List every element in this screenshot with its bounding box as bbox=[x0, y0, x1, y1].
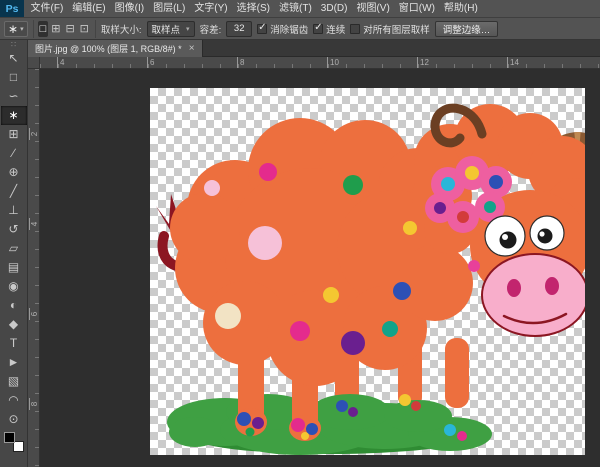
color-swatches bbox=[4, 432, 24, 452]
canvas-area[interactable] bbox=[40, 69, 600, 467]
zoom-tool[interactable]: ⊙ bbox=[1, 410, 27, 429]
ruler-mark: 14 bbox=[507, 57, 519, 69]
add-to-selection-icon[interactable]: ⊞ bbox=[49, 21, 62, 37]
close-icon[interactable]: × bbox=[189, 44, 195, 54]
move-tool[interactable]: ↖ bbox=[1, 49, 27, 68]
subtract-from-selection-icon[interactable]: ⊟ bbox=[63, 21, 76, 37]
menu-file[interactable]: 文件(F) bbox=[26, 0, 68, 18]
ruler-origin-corner[interactable] bbox=[28, 57, 40, 69]
tolerance-label: 容差: bbox=[200, 22, 222, 36]
menu-layer[interactable]: 图层(L) bbox=[149, 0, 190, 18]
menu-image[interactable]: 图像(I) bbox=[110, 0, 148, 18]
ruler-mark: 8 bbox=[29, 398, 39, 410]
ruler-mark: 2 bbox=[29, 128, 39, 140]
sheep-illustration bbox=[150, 88, 585, 455]
vertical-ruler[interactable]: 2 4 6 8 bbox=[28, 69, 40, 467]
ruler-mark: 4 bbox=[29, 218, 39, 230]
ruler-mark: 4 bbox=[57, 57, 64, 69]
check-icon: ✓ bbox=[258, 22, 266, 33]
transparent-document-canvas[interactable] bbox=[150, 88, 585, 455]
lasso-tool[interactable]: ∽ bbox=[1, 87, 27, 106]
refine-edge-button[interactable]: 调整边缘… bbox=[435, 21, 499, 37]
tool-preset-picker[interactable]: ∗ ▾ bbox=[4, 21, 28, 37]
gradient-tool[interactable]: ▤ bbox=[1, 258, 27, 277]
document-tab[interactable]: 图片.jpg @ 100% (图层 1, RGB/8#) * × bbox=[28, 40, 203, 57]
menu-type[interactable]: 文字(Y) bbox=[190, 0, 232, 18]
hand-tool[interactable]: ◠ bbox=[1, 391, 27, 410]
chevron-down-icon: ▾ bbox=[20, 25, 24, 33]
antialias-label: 消除锯齿 bbox=[270, 22, 308, 36]
rectangular-marquee-tool[interactable]: □ bbox=[1, 68, 27, 87]
tolerance-input[interactable] bbox=[226, 21, 252, 37]
history-brush-tool[interactable]: ↺ bbox=[1, 220, 27, 239]
clone-stamp-tool[interactable]: ⊥ bbox=[1, 201, 27, 220]
ruler-mark: 12 bbox=[417, 57, 429, 69]
antialias-checkbox[interactable]: ✓ 消除锯齿 bbox=[257, 22, 308, 36]
sample-all-layers-checkbox[interactable]: 对所有图层取样 bbox=[350, 22, 430, 36]
sample-all-layers-label: 对所有图层取样 bbox=[363, 22, 430, 36]
menu-edit[interactable]: 编辑(E) bbox=[68, 0, 110, 18]
menu-select[interactable]: 选择(S) bbox=[232, 0, 274, 18]
eyedropper-tool[interactable]: ∕ bbox=[1, 144, 27, 163]
eraser-tool[interactable]: ▱ bbox=[1, 239, 27, 258]
brush-tool[interactable]: ╱ bbox=[1, 182, 27, 201]
foreground-color-swatch[interactable] bbox=[4, 432, 15, 443]
contiguous-checkbox[interactable]: ✓ 连续 bbox=[313, 22, 345, 36]
ruler-mark: 6 bbox=[29, 308, 39, 320]
crop-tool[interactable]: ⊞ bbox=[1, 125, 27, 144]
healing-brush-tool[interactable]: ⊕ bbox=[1, 163, 27, 182]
magic-wand-tool[interactable]: ∗ bbox=[1, 106, 27, 125]
pen-tool[interactable]: ◆ bbox=[1, 315, 27, 334]
sample-size-value: 取样点 bbox=[152, 22, 181, 36]
new-selection-icon[interactable]: □ bbox=[38, 21, 49, 37]
chevron-down-icon: ▾ bbox=[186, 25, 190, 33]
selection-mode-group: □ ⊞ ⊟ ⊡ bbox=[33, 20, 96, 38]
magic-wand-icon: ∗ bbox=[8, 22, 18, 36]
sample-size-label: 取样大小: bbox=[101, 22, 142, 36]
grass bbox=[167, 394, 492, 455]
dodge-tool[interactable]: ◐ bbox=[1, 296, 27, 315]
document-tab-bar: 图片.jpg @ 100% (图层 1, RGB/8#) * × bbox=[28, 40, 600, 57]
menu-filter[interactable]: 滤镜(T) bbox=[275, 0, 317, 18]
blur-tool[interactable]: ◉ bbox=[1, 277, 27, 296]
sample-size-dropdown[interactable]: 取样点 ▾ bbox=[147, 21, 195, 37]
toolbar-grip[interactable]: ∷ bbox=[11, 40, 16, 49]
horizontal-ruler[interactable]: 4 6 8 10 12 14 bbox=[40, 57, 600, 69]
document-tab-title: 图片.jpg @ 100% (图层 1, RGB/8#) * bbox=[35, 42, 182, 55]
menu-bar: Ps 文件(F) 编辑(E) 图像(I) 图层(L) 文字(Y) 选择(S) 滤… bbox=[0, 0, 600, 18]
options-bar: ∗ ▾ □ ⊞ ⊟ ⊡ 取样大小: 取样点 ▾ 容差: ✓ 消除锯齿 ✓ 连续 … bbox=[0, 18, 600, 40]
intersect-with-selection-icon[interactable]: ⊡ bbox=[78, 21, 91, 37]
contiguous-label: 连续 bbox=[326, 22, 345, 36]
ruler-mark: 10 bbox=[327, 57, 339, 69]
menu-help[interactable]: 帮助(H) bbox=[439, 0, 482, 18]
ruler-mark: 8 bbox=[237, 57, 244, 69]
photoshop-logo: Ps bbox=[0, 0, 24, 18]
menu-view[interactable]: 视图(V) bbox=[352, 0, 394, 18]
photoshop-window: Ps 文件(F) 编辑(E) 图像(I) 图层(L) 文字(Y) 选择(S) 滤… bbox=[0, 0, 600, 467]
type-tool[interactable]: T bbox=[1, 334, 27, 353]
check-icon: ✓ bbox=[314, 22, 322, 33]
shape-tool[interactable]: ▧ bbox=[1, 372, 27, 391]
menu-window[interactable]: 窗口(W) bbox=[394, 0, 439, 18]
ruler-mark: 6 bbox=[147, 57, 154, 69]
path-selection-tool[interactable]: ► bbox=[1, 353, 27, 372]
menu-3d[interactable]: 3D(D) bbox=[316, 0, 352, 18]
tool-palette: ∷ ↖ □ ∽ ∗ ⊞ ∕ ⊕ ╱ ⊥ ↺ ▱ ▤ ◉ ◐ ◆ T ► ▧ ◠ … bbox=[0, 40, 28, 467]
